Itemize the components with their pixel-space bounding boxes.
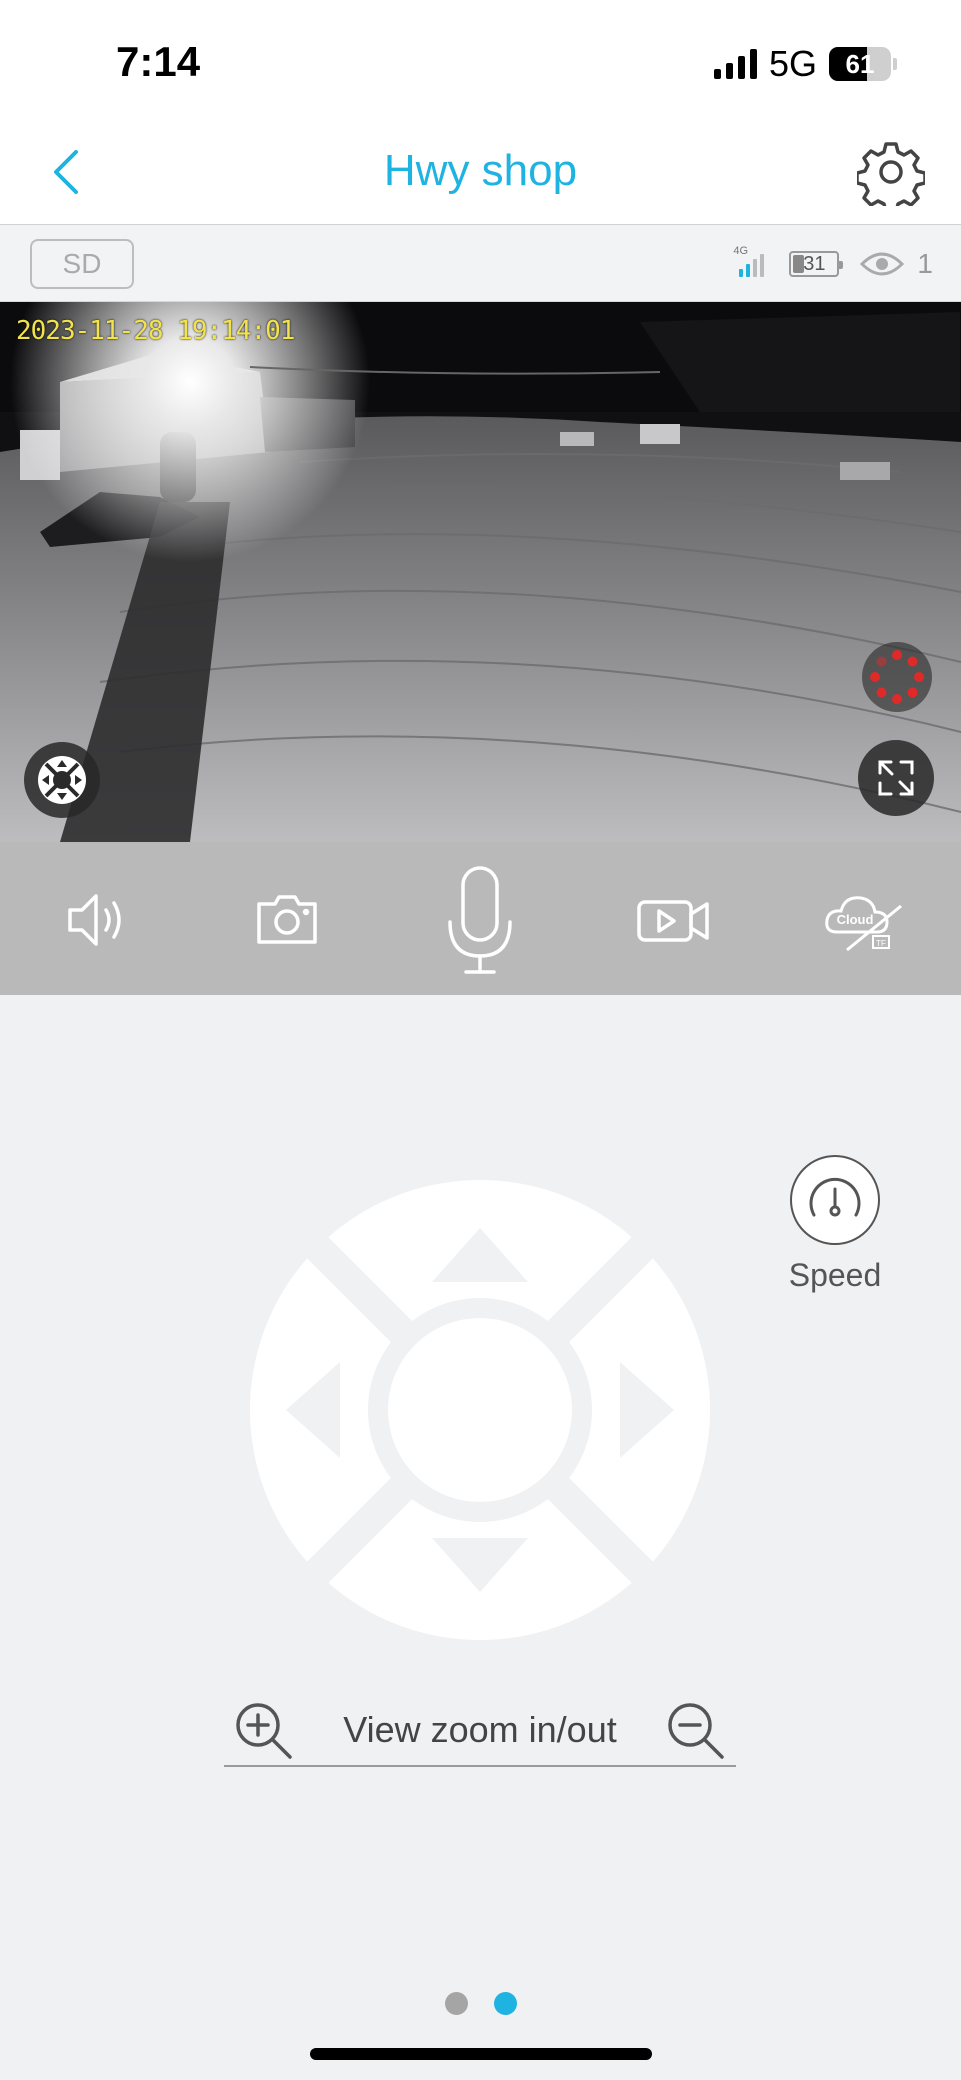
zoom-in-button[interactable] (232, 1699, 296, 1763)
fullscreen-button[interactable] (858, 740, 934, 816)
camera-battery-level: 31 (803, 252, 826, 275)
camera-snapshot-icon (257, 895, 317, 944)
microphone-icon (448, 866, 512, 974)
speaker-icon (68, 894, 121, 946)
status-bar: 7:14 5G 61 (0, 0, 961, 120)
pan-left-button[interactable] (260, 1330, 370, 1490)
video-timestamp: 2023-11-28 19:14:01 (16, 316, 295, 346)
speed-label: Speed (788, 1257, 882, 1293)
snapshot-button[interactable] (237, 870, 337, 970)
status-indicators: 5G 61 (713, 43, 897, 84)
zoom-control: View zoom in/out (224, 1695, 736, 1767)
network-type: 5G (768, 43, 817, 84)
zoom-label: View zoom in/out (343, 1709, 617, 1750)
gear-icon (855, 142, 927, 214)
video-record-icon (637, 900, 709, 942)
page-dot[interactable] (493, 1992, 517, 2015)
settings-button[interactable] (855, 138, 927, 214)
ptz-direction-pad (250, 1180, 710, 1640)
pan-up-button[interactable] (400, 1190, 560, 1300)
page-title: Hwy shop (383, 146, 578, 195)
speed-button[interactable] (790, 1155, 880, 1245)
talk-button[interactable] (430, 860, 530, 980)
live-video-feed[interactable]: 2023-11-28 19:14:01 (0, 302, 961, 842)
tf-badge: TF (876, 939, 886, 948)
page-indicator (0, 1992, 961, 2016)
cloud-text: Cloud (837, 912, 874, 927)
cloud-disabled-icon: Cloud TF (825, 896, 902, 952)
pan-right-button[interactable] (590, 1330, 700, 1490)
record-video-button[interactable] (623, 870, 723, 970)
recording-indicator[interactable] (862, 642, 932, 712)
ptz-joystick-icon (38, 756, 86, 804)
eye-icon (860, 252, 905, 276)
camera-battery-icon: 31 (789, 251, 844, 277)
zoom-out-icon (668, 1703, 724, 1759)
status-time: 7:14 (116, 38, 201, 85)
night-yard-scene (0, 302, 961, 842)
battery-tip (893, 58, 897, 70)
loading-spinner-icon (870, 650, 924, 704)
pan-down-button[interactable] (400, 1520, 560, 1630)
speaker-button[interactable] (46, 870, 146, 970)
camera-toolbar: Cloud TF (0, 842, 961, 995)
speedometer-icon (809, 1177, 861, 1217)
viewers-count: 1 (917, 248, 933, 279)
camera-info-bar: SD 4G 31 1 (0, 226, 961, 302)
battery-icon: 61 (829, 47, 891, 81)
cellular-signal-icon (713, 49, 757, 79)
quality-toggle-button[interactable]: SD (30, 239, 134, 289)
page-dot[interactable] (444, 1992, 468, 2015)
home-indicator (310, 2048, 652, 2060)
battery-level: 61 (845, 48, 875, 79)
camera-signal-icon: 4G (733, 245, 777, 279)
nav-bar: Hwy shop (0, 120, 961, 225)
ptz-toggle-button[interactable] (24, 742, 100, 818)
expand-icon (878, 760, 914, 796)
zoom-in-icon (236, 1703, 292, 1759)
zoom-out-button[interactable] (664, 1699, 728, 1763)
cloud-button[interactable]: Cloud TF (815, 870, 915, 970)
camera-stats: 4G 31 1 (733, 244, 933, 284)
